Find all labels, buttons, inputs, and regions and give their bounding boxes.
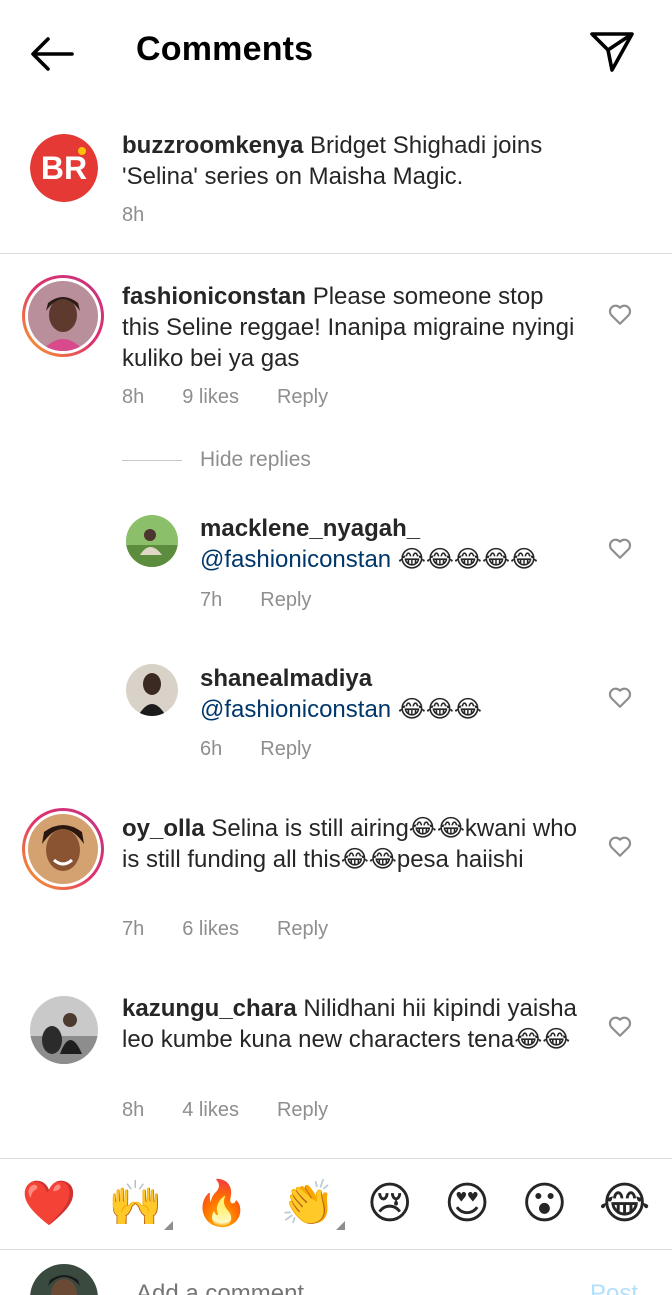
avatar[interactable] (30, 996, 98, 1064)
reply-body: 😂😂😂😂😂 (391, 546, 539, 573)
mention-link[interactable]: @fashioniconstan (200, 696, 391, 723)
caption-username[interactable]: buzzroomkenya (122, 132, 303, 159)
heart-icon[interactable] (607, 684, 633, 710)
skin-tone-indicator (163, 1221, 173, 1230)
comment-meta: 7h 6 likes Reply (122, 918, 328, 941)
reply-meta: 7h Reply (200, 589, 311, 612)
crying-face-emoji[interactable]: 😢 (367, 1182, 413, 1226)
caption-time: 8h (122, 204, 145, 226)
comment-text: kazungu_chara Nilidhani hii kipindi yais… (122, 993, 582, 1055)
comment-likes[interactable]: 4 likes (182, 1099, 239, 1122)
comment-time: 8h (122, 1099, 145, 1121)
reply-text: macklene_nyagah_ @fashioniconstan 😂😂😂😂😂 (200, 513, 600, 575)
reply-button[interactable]: Reply (277, 386, 328, 409)
comment-time: 8h (122, 386, 145, 408)
skin-tone-indicator (336, 1221, 346, 1230)
comment-username[interactable]: fashioniconstan (122, 283, 306, 310)
post-button[interactable]: Post (590, 1280, 638, 1295)
mention-link[interactable]: @fashioniconstan (200, 546, 391, 573)
send-icon[interactable] (588, 28, 636, 74)
clapping-hands-emoji[interactable]: 👏 (281, 1182, 346, 1230)
page-title: Comments (136, 30, 314, 68)
comment-username[interactable]: kazungu_chara (122, 995, 297, 1022)
comment-likes[interactable]: 6 likes (182, 918, 239, 941)
avatar[interactable]: BR (30, 134, 98, 202)
reply-button[interactable]: Reply (277, 1099, 328, 1122)
divider (122, 459, 182, 461)
header: Comments (0, 0, 672, 106)
avatar[interactable] (126, 664, 178, 716)
heart-icon[interactable] (607, 833, 633, 859)
reply-time: 6h (200, 738, 223, 760)
comment-likes[interactable]: 9 likes (182, 386, 239, 409)
comment-meta: 8h 4 likes Reply (122, 1099, 328, 1122)
comment-meta: 8h 9 likes Reply (122, 386, 328, 409)
avatar (28, 814, 98, 884)
story-ring[interactable] (22, 275, 104, 357)
caption-text: buzzroomkenya Bridget Shighadi joins 'Se… (122, 130, 592, 192)
reply-text: shanealmadiya @fashioniconstan 😂😂😂 (200, 663, 600, 725)
reply-username[interactable]: macklene_nyagah_ (200, 513, 600, 544)
hide-replies-toggle[interactable]: Hide replies (122, 448, 311, 472)
heart-icon[interactable] (607, 535, 633, 561)
comment-input[interactable] (136, 1280, 516, 1295)
heart-eyes-emoji[interactable]: 😍 (444, 1182, 490, 1226)
reply-button[interactable]: Reply (260, 738, 311, 761)
hide-replies-label: Hide replies (200, 448, 311, 471)
add-comment-bar: Post (0, 1250, 672, 1295)
comment-username[interactable]: oy_olla (122, 815, 205, 842)
surprised-face-emoji[interactable]: 😮 (521, 1182, 567, 1226)
comment-time: 7h (122, 918, 145, 940)
emoji-quick-bar: ❤️ 🙌 🔥 👏 😢 😍 😮 😂 (0, 1158, 672, 1250)
avatar[interactable] (126, 515, 178, 567)
comment-text: oy_olla Selina is still airing😂😂kwani wh… (122, 813, 582, 875)
heart-icon[interactable] (607, 301, 633, 327)
reply-time: 7h (200, 589, 223, 611)
avatar (28, 281, 98, 351)
red-heart-emoji[interactable]: ❤️ (22, 1182, 77, 1226)
post-caption: BR buzzroomkenya Bridget Shighadi joins … (0, 106, 672, 254)
comment-text: fashioniconstan Please someone stop this… (122, 281, 582, 374)
svg-text:BR: BR (41, 150, 87, 186)
reply-meta: 6h Reply (200, 738, 311, 761)
reply-body: 😂😂😂 (391, 696, 482, 723)
fire-emoji[interactable]: 🔥 (194, 1182, 249, 1226)
avatar (30, 1264, 98, 1295)
buzzroom-logo-icon: BR (30, 134, 98, 202)
raising-hands-emoji[interactable]: 🙌 (108, 1182, 173, 1230)
story-ring[interactable] (22, 808, 104, 890)
reply-button[interactable]: Reply (260, 589, 311, 612)
heart-icon[interactable] (607, 1013, 633, 1039)
tears-of-joy-emoji[interactable]: 😂 (599, 1182, 650, 1226)
reply-button[interactable]: Reply (277, 918, 328, 941)
reply-username[interactable]: shanealmadiya (200, 663, 600, 694)
caption-meta: 8h (122, 204, 144, 227)
back-arrow-icon[interactable] (28, 34, 76, 74)
